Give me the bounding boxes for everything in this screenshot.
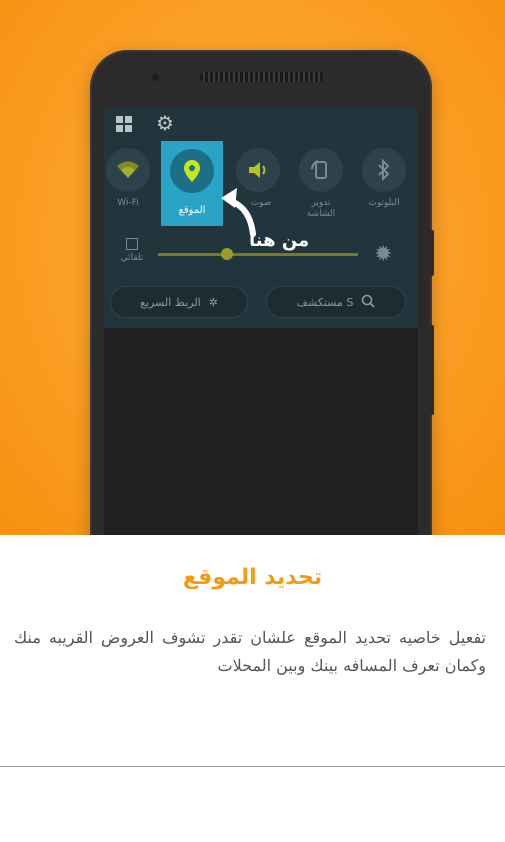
phone-mockup: ⚙ البلوتوث تدوير الشاشة صوت الموقع Wi-Fi… xyxy=(90,50,434,535)
tile-location[interactable]: الموقع xyxy=(161,141,223,226)
phone-screen: ⚙ البلوتوث تدوير الشاشة صوت الموقع Wi-Fi… xyxy=(104,108,418,535)
tile-rotate-screen[interactable]: تدوير الشاشة xyxy=(297,148,345,220)
phone-camera xyxy=(152,74,159,81)
auto-brightness-toggle[interactable]: تلقائي xyxy=(118,238,146,263)
page-title: تحديد الموقع xyxy=(182,565,323,590)
callout-text: من هنا xyxy=(249,230,310,251)
brightness-sun-icon: ✹ xyxy=(374,242,393,267)
rotate-screen-icon xyxy=(299,148,343,192)
tile-label: Wi-Fi xyxy=(117,198,139,208)
tile-bluetooth[interactable]: البلوتوث xyxy=(360,148,408,209)
location-pin-icon xyxy=(170,149,214,193)
quick-connect-icon: ✲ xyxy=(208,295,218,309)
page-description: تفعيل خاصيه تحديد الموقع علشان تقدر تشوف… xyxy=(14,628,486,675)
s-finder-button[interactable]: مستكشف S xyxy=(266,286,406,318)
hero-banner: ⚙ البلوتوث تدوير الشاشة صوت الموقع Wi-Fi… xyxy=(0,0,505,535)
tile-label: تدوير الشاشة xyxy=(306,198,336,219)
phone-speaker xyxy=(200,72,324,82)
phone-power-button xyxy=(430,230,434,276)
tile-label: البلوتوث xyxy=(368,198,400,208)
s-finder-label: مستكشف S xyxy=(296,295,354,309)
quick-settings-header: ⚙ xyxy=(104,108,418,142)
divider xyxy=(0,766,505,767)
phone-volume-button xyxy=(430,325,434,415)
wifi-icon xyxy=(106,148,150,192)
bluetooth-icon xyxy=(362,148,406,192)
auto-brightness-label: تلقائي xyxy=(120,253,144,263)
grid-icon[interactable] xyxy=(115,115,133,138)
tile-wifi[interactable]: Wi-Fi xyxy=(104,148,152,209)
brightness-slider-handle[interactable] xyxy=(221,248,233,260)
quick-connect-button[interactable]: الربط السريع ✲ xyxy=(110,286,248,318)
checkbox-icon xyxy=(126,238,138,250)
tile-label: الموقع xyxy=(178,205,206,216)
brightness-slider[interactable] xyxy=(158,253,358,256)
search-icon xyxy=(361,294,376,311)
pointer-arrow-icon xyxy=(221,188,256,237)
gear-icon[interactable]: ⚙ xyxy=(156,113,174,133)
quick-connect-label: الربط السريع xyxy=(140,295,201,309)
